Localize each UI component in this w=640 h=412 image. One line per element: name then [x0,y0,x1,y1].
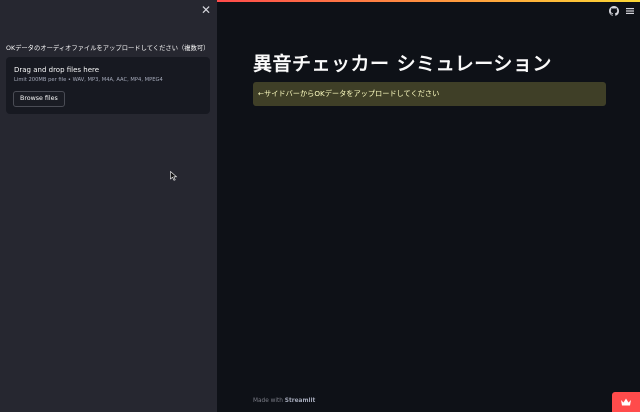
footer-prefix: Made with [253,398,285,404]
header-decoration [217,0,640,2]
github-icon[interactable] [609,6,619,16]
sidebar: ✕ OKデータのオーディオファイルをアップロードしてください（複数可） Drag… [0,0,217,412]
footer-streamlit-link[interactable]: Streamlit [285,398,315,404]
streamlit-crown-button[interactable] [612,392,640,412]
info-alert: ←サイドバーからOKデータをアップロードしてください [253,82,606,106]
hamburger-menu-icon[interactable] [625,6,635,16]
browse-files-button[interactable]: Browse files [13,91,65,107]
dropzone-title: Drag and drop files here [14,66,100,74]
file-uploader-label: OKデータのオーディオファイルをアップロードしてください（複数可） [6,45,210,52]
cursor-icon [170,171,178,181]
main-content: 異音チェッカー シミュレーション ←サイドバーからOKデータをアップロードしてく… [217,0,640,412]
crown-icon [621,398,631,406]
footer: Made with Streamlit [253,398,315,404]
dropzone-limit-text: Limit 200MB per file • WAV, MP3, M4A, AA… [14,77,163,83]
close-icon[interactable]: ✕ [200,4,212,16]
page-title: 異音チェッカー シミュレーション [253,53,552,75]
file-dropzone[interactable]: Drag and drop files here Limit 200MB per… [6,57,210,114]
